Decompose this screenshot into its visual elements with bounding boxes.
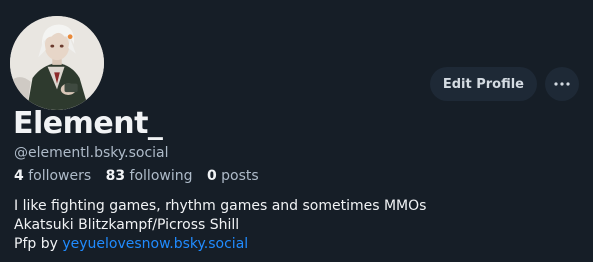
posts-stat: 0 posts [207, 168, 259, 184]
bio-link[interactable]: yeyuelovesnow.bsky.social [62, 236, 248, 252]
following-link[interactable]: 83 following [106, 168, 197, 184]
followers-link[interactable]: 4 followers [14, 168, 96, 184]
bio-line: Akatsuki Blitzkampf/Picross Shill [14, 217, 240, 233]
more-options-button[interactable] [545, 67, 579, 101]
edit-profile-button[interactable]: Edit Profile [429, 67, 537, 101]
bio-line: I like fighting games, rhythm games and … [14, 198, 427, 214]
posts-count: 0 [206, 168, 217, 184]
profile-bio: I like fighting games, rhythm games and … [14, 197, 426, 254]
followers-label: followers [28, 168, 92, 184]
avatar-illustration-icon [10, 16, 104, 110]
bio-line-prefix: Pfp by [14, 236, 63, 252]
profile-handle: @elementl.bsky.social [14, 145, 169, 161]
profile-stats: 4 followers 83 following 0 posts [14, 168, 269, 184]
following-label: following [129, 168, 193, 184]
avatar[interactable] [8, 14, 106, 112]
profile-actions: Edit Profile [429, 67, 579, 101]
ellipsis-icon [554, 82, 570, 86]
followers-count: 4 [14, 168, 24, 184]
following-count: 83 [105, 168, 126, 184]
display-name: Element_ [13, 106, 163, 141]
posts-label: posts [221, 168, 259, 184]
bio-line: Pfp by yeyuelovesnow.bsky.social [14, 235, 426, 254]
